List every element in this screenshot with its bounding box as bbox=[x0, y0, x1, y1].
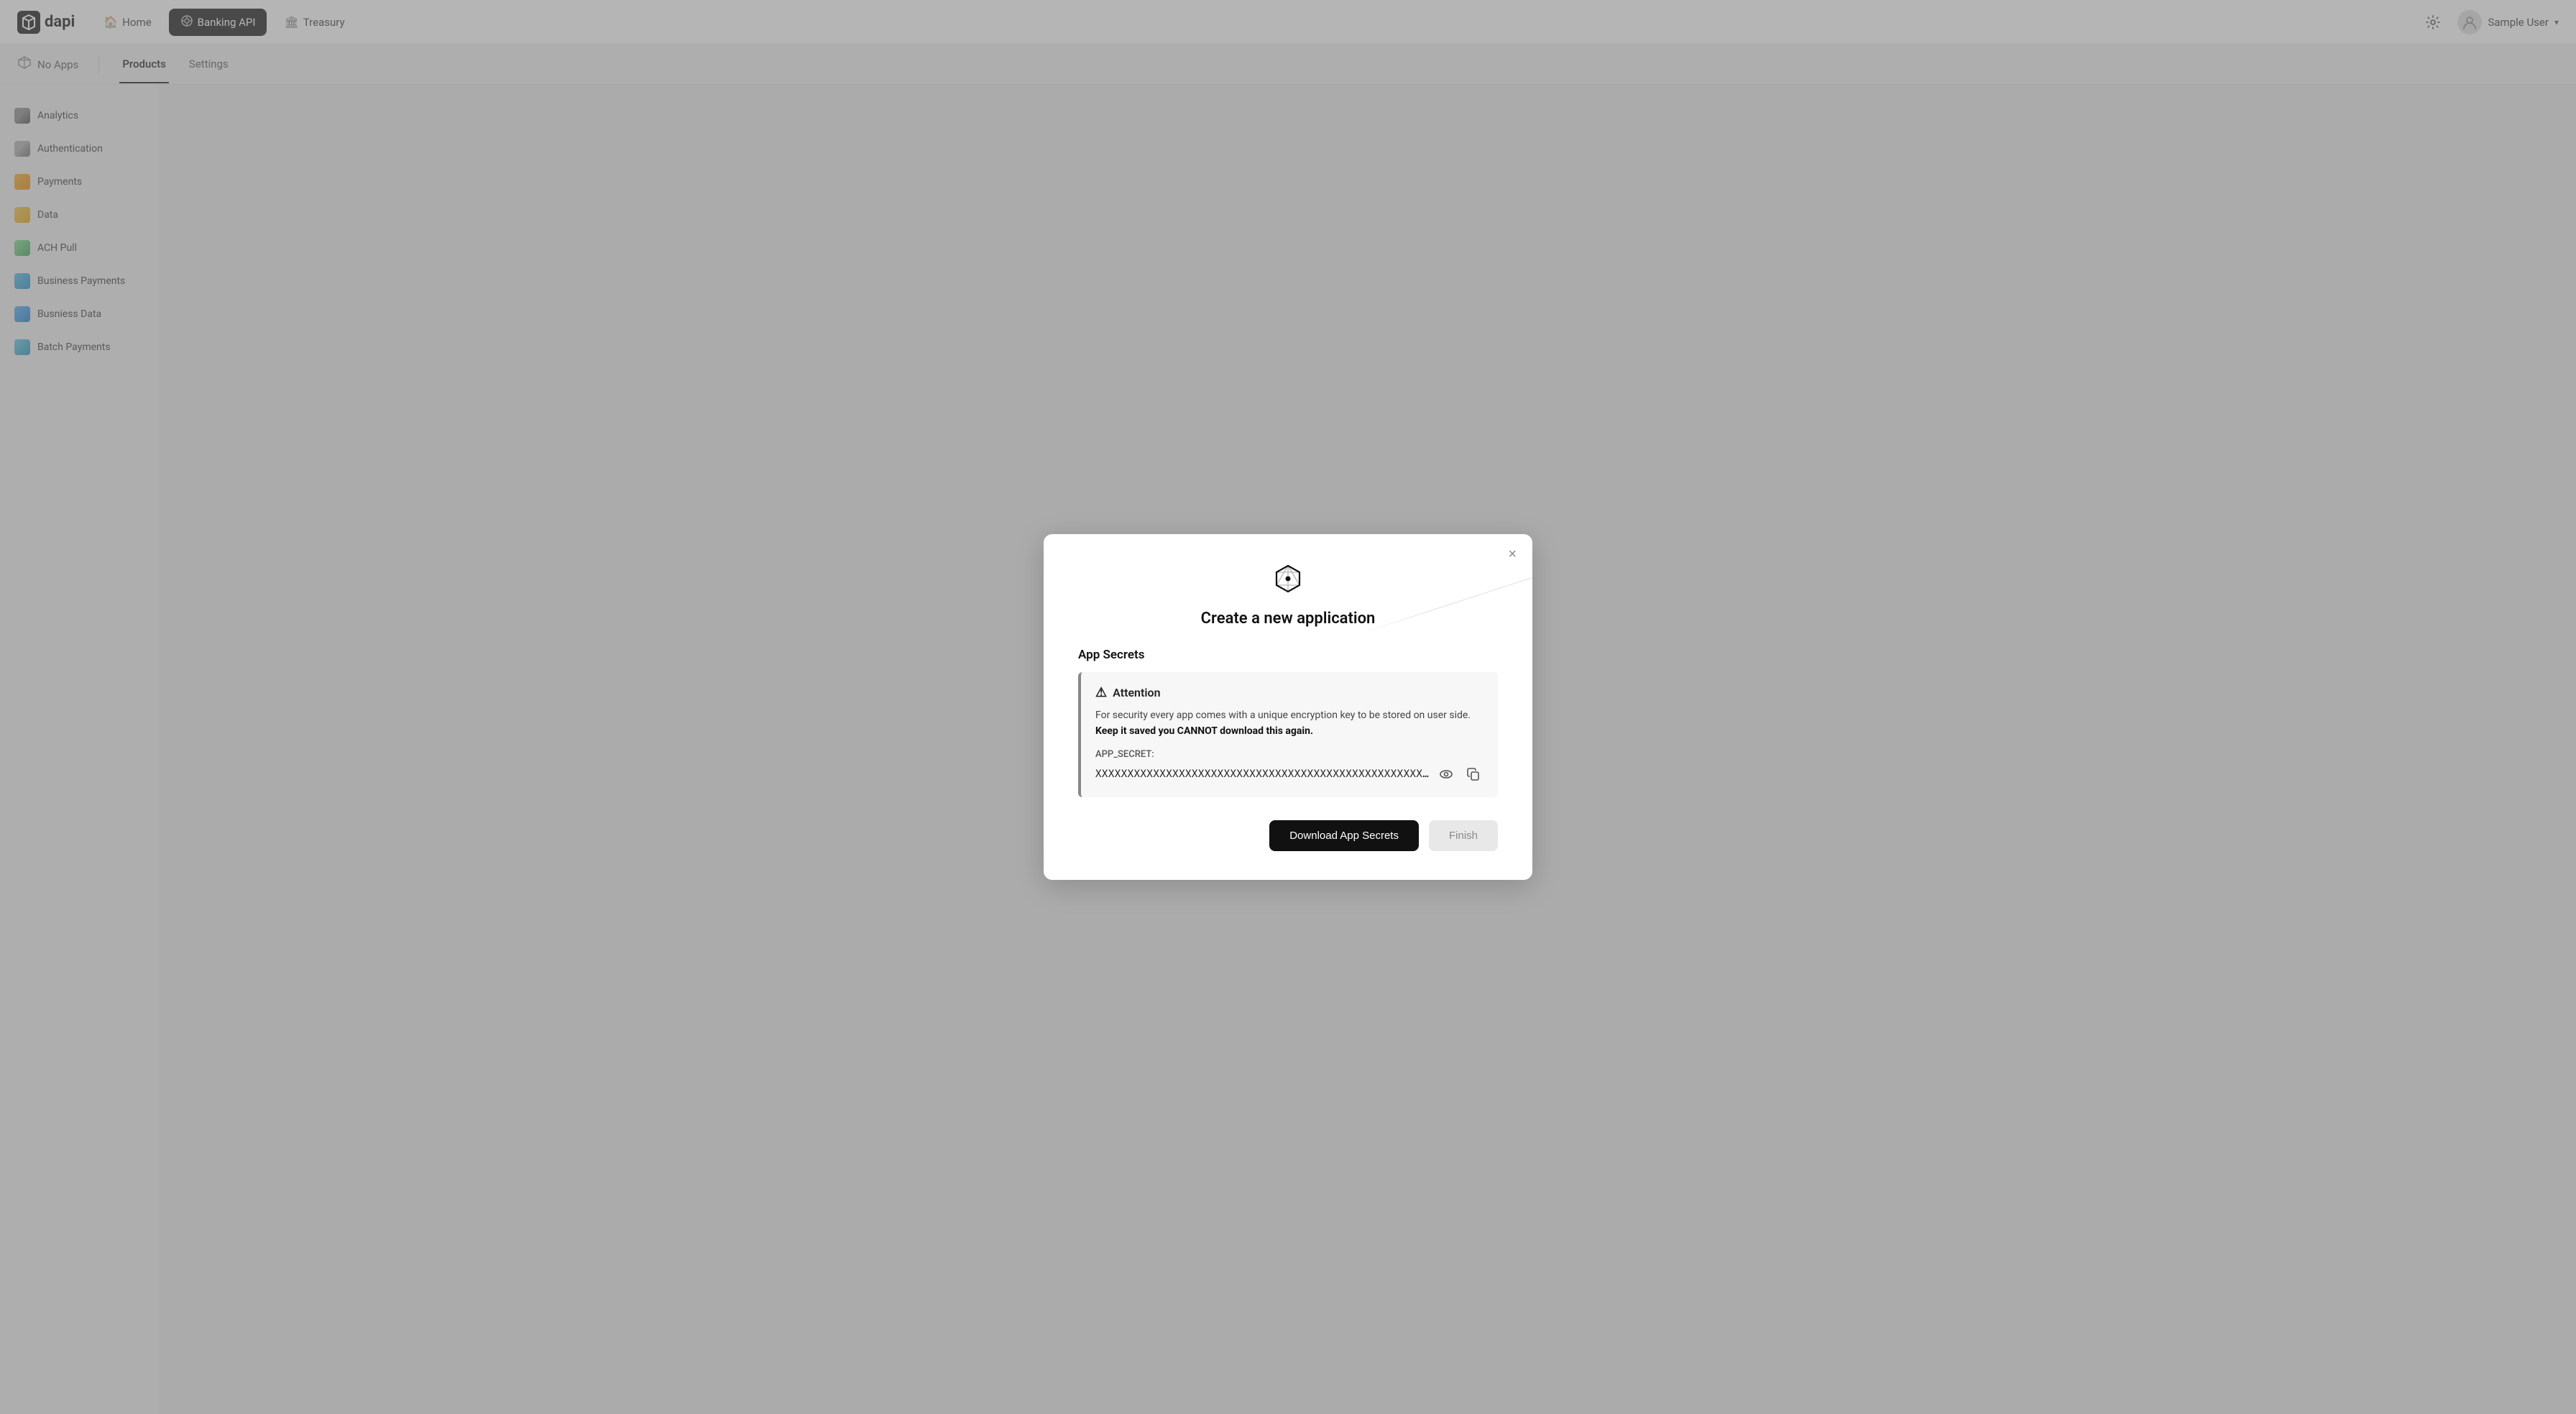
modal-close-button[interactable]: × bbox=[1508, 547, 1517, 561]
copy-icon bbox=[1466, 767, 1481, 781]
toggle-visibility-button[interactable] bbox=[1436, 764, 1456, 784]
secret-row: XXXXXXXXXXXXXXXXXXXXXXXXXXXXXXXXXXXXXXXX… bbox=[1095, 764, 1484, 784]
attention-icon: ⚠ bbox=[1095, 685, 1107, 700]
modal-overlay: × Create a new application App Secrets ⚠… bbox=[0, 0, 2576, 1414]
attention-header: ⚠ Attention bbox=[1095, 685, 1484, 700]
attention-box: ⚠ Attention For security every app comes… bbox=[1078, 672, 1498, 798]
attention-body-normal: For security every app comes with a uniq… bbox=[1095, 710, 1471, 721]
modal-app-icon bbox=[1272, 563, 1304, 601]
modal-title: Create a new application bbox=[1201, 610, 1376, 628]
attention-body-bold: Keep it saved you CANNOT download this a… bbox=[1095, 725, 1313, 737]
app-secrets-section: App Secrets ⚠ Attention For security eve… bbox=[1078, 648, 1498, 798]
modal: × Create a new application App Secrets ⚠… bbox=[1044, 534, 1532, 881]
modal-header: Create a new application bbox=[1078, 563, 1498, 628]
finish-button[interactable]: Finish bbox=[1429, 820, 1498, 851]
modal-footer: Download App Secrets Finish bbox=[1078, 820, 1498, 851]
secret-value: XXXXXXXXXXXXXXXXXXXXXXXXXXXXXXXXXXXXXXXX… bbox=[1095, 768, 1429, 780]
eye-icon bbox=[1439, 767, 1453, 781]
attention-body: For security every app comes with a uniq… bbox=[1095, 707, 1484, 740]
attention-title-text: Attention bbox=[1113, 686, 1160, 699]
download-app-secrets-button[interactable]: Download App Secrets bbox=[1269, 820, 1419, 851]
secret-label: APP_SECRET: bbox=[1095, 749, 1484, 760]
copy-button[interactable] bbox=[1463, 764, 1484, 784]
app-secrets-title: App Secrets bbox=[1078, 648, 1498, 662]
